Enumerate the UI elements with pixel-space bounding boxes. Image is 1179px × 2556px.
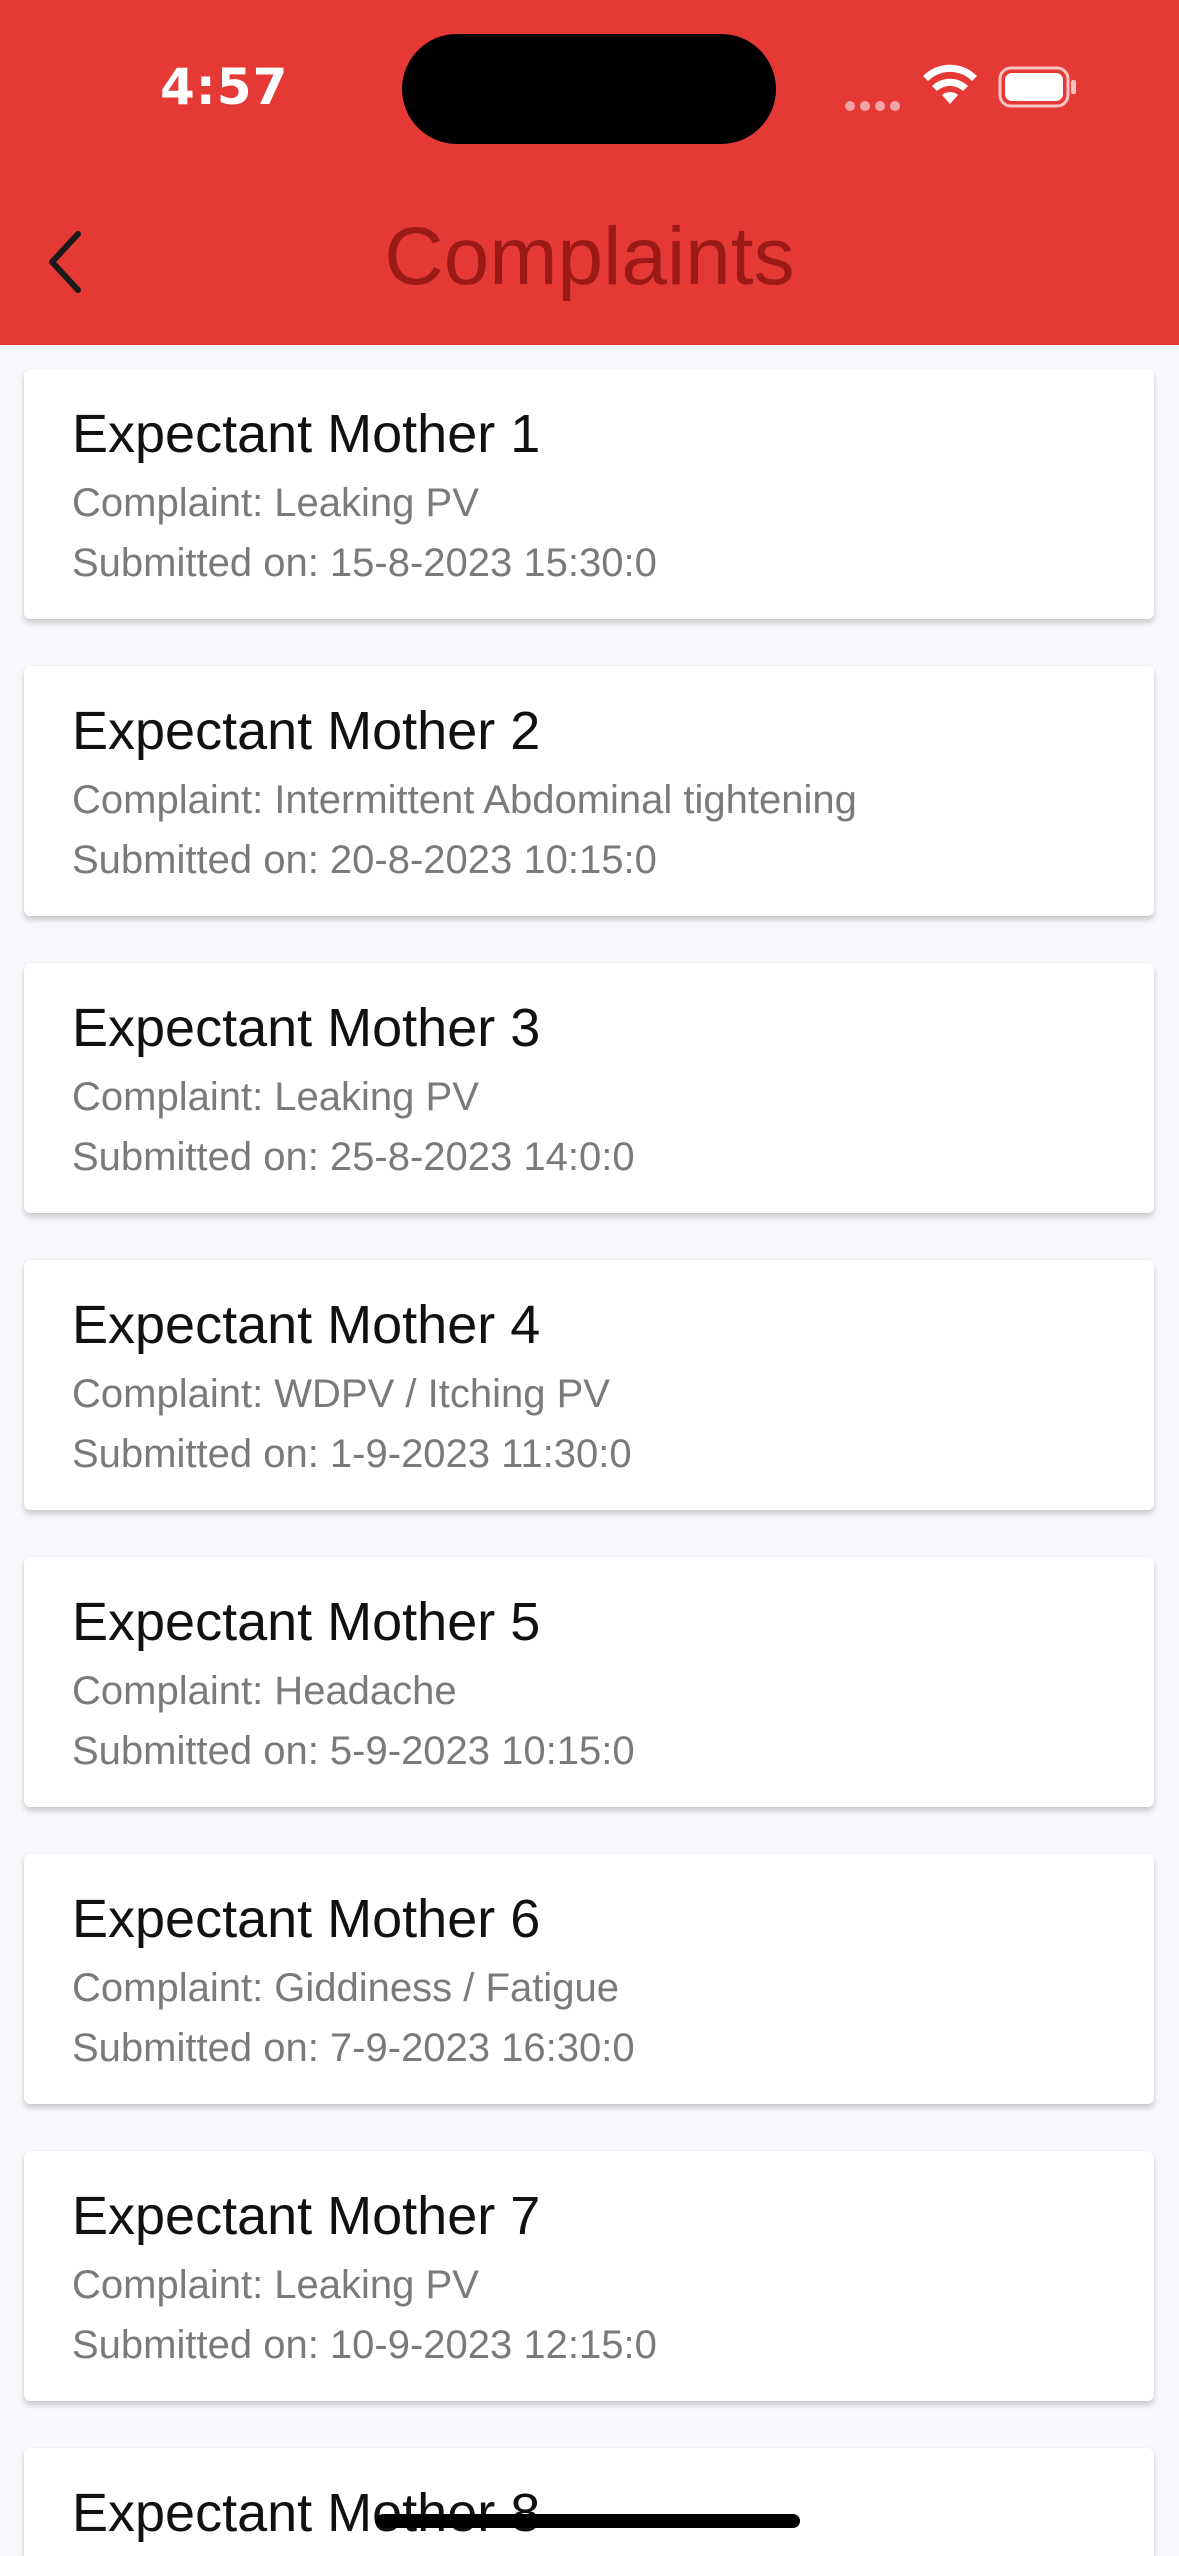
complaint-card[interactable]: Expectant Mother 3 Complaint: Leaking PV… [24,963,1154,1213]
submitted-date: Submitted on: 15-8-2023 15:30:0 [72,541,657,585]
submitted-date: Submitted on: 1-9-2023 11:30:0 [72,1432,632,1476]
cellular-signal-icon [845,96,905,111]
complaint-card[interactable]: Expectant Mother 4 Complaint: WDPV / Itc… [24,1260,1154,1510]
dynamic-island [402,34,776,144]
complaint-text: Complaint: Leaking PV [72,481,479,525]
complaint-text: Complaint: Leaking PV [72,1075,479,1119]
complaint-card[interactable]: Expectant Mother 6 Complaint: Giddiness … [24,1854,1154,2104]
mother-name: Expectant Mother 6 [72,1889,541,1949]
mother-name: Expectant Mother 8 [72,2483,541,2543]
complaint-card[interactable]: Expectant Mother 7 Complaint: Leaking PV… [24,2151,1154,2401]
complaint-text: Complaint: Headache [72,1669,457,1713]
home-indicator[interactable] [376,2514,800,2528]
mother-name: Expectant Mother 7 [72,2186,541,2246]
complaint-card[interactable]: Expectant Mother 2 Complaint: Intermitte… [24,666,1154,916]
mother-name: Expectant Mother 1 [72,404,541,464]
status-time: 4:57 [160,58,289,116]
battery-icon [998,66,1076,108]
mother-name: Expectant Mother 2 [72,701,541,761]
mother-name: Expectant Mother 4 [72,1295,541,1355]
submitted-date: Submitted on: 5-9-2023 10:15:0 [72,1729,635,1773]
submitted-date: Submitted on: 10-9-2023 12:15:0 [72,2323,657,2367]
complaint-card[interactable]: Expectant Mother 5 Complaint: Headache S… [24,1557,1154,1807]
wifi-icon [923,64,977,104]
complaint-card[interactable]: Expectant Mother 8 [24,2448,1154,2556]
submitted-date: Submitted on: 25-8-2023 14:0:0 [72,1135,635,1179]
page-title: Complaints [384,211,795,302]
complaint-card[interactable]: Expectant Mother 1 Complaint: Leaking PV… [24,369,1154,619]
app-header: 4:57 Complaints [0,0,1179,345]
submitted-date: Submitted on: 20-8-2023 10:15:0 [72,838,657,882]
complaint-text: Complaint: Intermittent Abdominal tighte… [72,778,857,822]
mother-name: Expectant Mother 5 [72,1592,541,1652]
submitted-date: Submitted on: 7-9-2023 16:30:0 [72,2026,635,2070]
mother-name: Expectant Mother 3 [72,998,541,1058]
complaint-text: Complaint: WDPV / Itching PV [72,1372,610,1416]
complaint-text: Complaint: Giddiness / Fatigue [72,1966,619,2010]
complaint-text: Complaint: Leaking PV [72,2263,479,2307]
